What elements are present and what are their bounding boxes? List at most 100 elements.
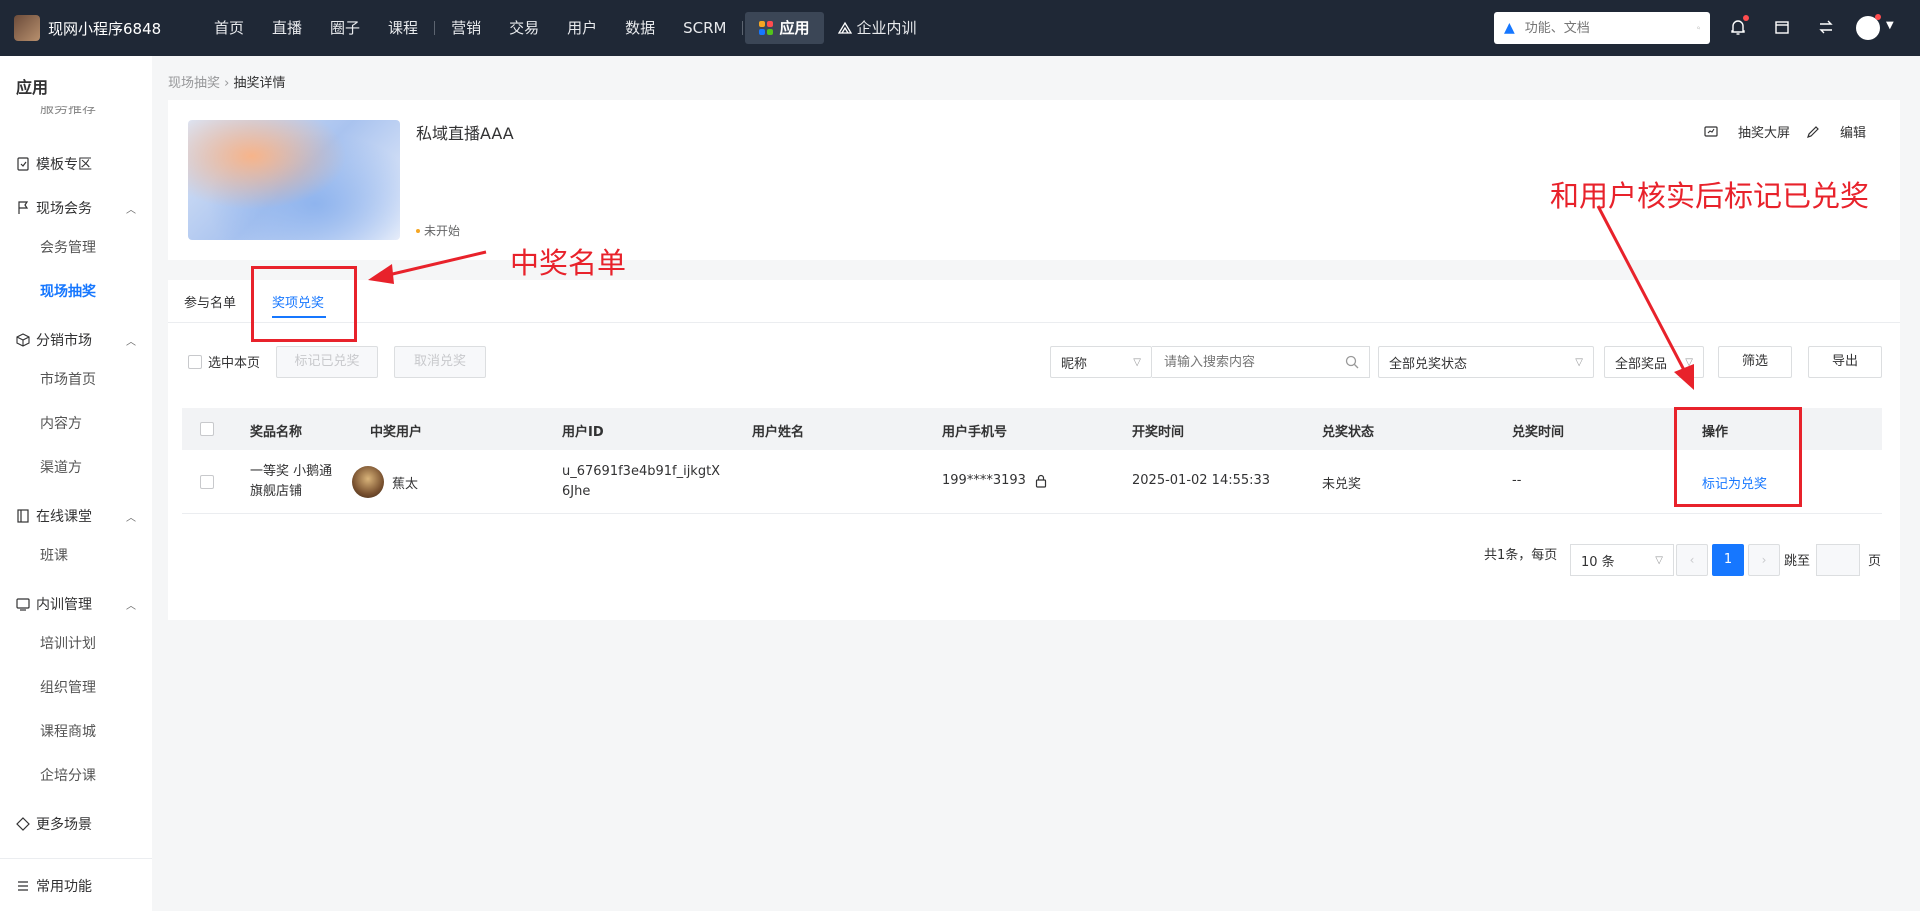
nav-data[interactable]: 数据: [611, 12, 669, 44]
search-field-value: 昵称: [1061, 356, 1088, 372]
sidebar: 应用 服务推荐 模板专区 现场会务 ︿ 会务管理 现场抽奖 分销市场 ︿ 市场首…: [0, 56, 152, 911]
sidebar-item-plan[interactable]: 培训计划: [40, 633, 96, 653]
template-icon: [17, 157, 29, 171]
store-icon[interactable]: [1771, 16, 1793, 38]
jump-page-input[interactable]: [1816, 544, 1860, 576]
sidebar-item-more[interactable]: 更多场景: [16, 814, 136, 834]
prize-line: 一等奖 小鹅通: [250, 464, 333, 479]
nav-live[interactable]: 直播: [258, 12, 316, 44]
nav-marketing[interactable]: 营销: [437, 12, 495, 44]
tabs-divider: [168, 322, 1900, 323]
page-unit-label: 页: [1868, 554, 1882, 569]
sidebar-item-service-rec[interactable]: 服务推荐: [40, 106, 96, 118]
sidebar-item-channel-side[interactable]: 渠道方: [40, 457, 82, 477]
logo-triangle-icon: ▲: [1504, 20, 1515, 36]
sidebar-item-market-home[interactable]: 市场首页: [40, 369, 96, 389]
sidebar-group-distribution[interactable]: 分销市场 ︿: [16, 330, 136, 350]
big-screen-label: 抽奖大屏: [1737, 126, 1790, 141]
search-field-select[interactable]: 昵称 ▽: [1050, 346, 1152, 378]
chevron-up-icon[interactable]: ︿: [126, 597, 136, 612]
page-1-button[interactable]: 1: [1712, 544, 1744, 576]
nav-user[interactable]: 用户: [553, 12, 611, 44]
brand[interactable]: 现网小程序6848: [14, 14, 161, 42]
chevron-down-icon: ▽: [1133, 356, 1141, 368]
chevron-down-icon: ▽: [1655, 554, 1663, 566]
filter-button[interactable]: 筛选: [1718, 346, 1792, 378]
cell-winner: 蕉太: [392, 477, 419, 492]
table-row: 一等奖 小鹅通 旗舰店铺 蕉太 u_67691f3e4b91f_ijkgtX 6…: [182, 450, 1882, 514]
nav-apps[interactable]: 应用: [745, 12, 824, 44]
sidebar-group-onsite[interactable]: 现场会务 ︿: [16, 198, 136, 218]
big-screen-button[interactable]: 抽奖大屏: [1704, 122, 1790, 141]
global-search-input[interactable]: [1522, 19, 1697, 37]
cell-redeem-time: --: [1512, 473, 1522, 488]
lock-icon[interactable]: [1034, 474, 1048, 488]
live-cover-image: [188, 120, 400, 240]
annotation-box-action: [1674, 407, 1802, 507]
chevron-down-icon: ▽: [1685, 356, 1693, 368]
flag-icon: [18, 201, 29, 214]
redeem-status-value: 全部兑奖状态: [1389, 356, 1468, 372]
switch-icon[interactable]: [1815, 16, 1837, 38]
pagination-summary: 共1条，每页: [1484, 548, 1558, 563]
global-search[interactable]: ▲: [1494, 12, 1710, 44]
edit-button[interactable]: 编辑: [1806, 122, 1866, 141]
sidebar-item-common[interactable]: 常用功能: [16, 876, 136, 896]
nav-corporate-training[interactable]: 企业内训: [824, 12, 931, 44]
sidebar-item-content-side[interactable]: 内容方: [40, 413, 82, 433]
search-input[interactable]: [1162, 353, 1345, 371]
row-checkbox[interactable]: [200, 475, 214, 489]
prev-page-button[interactable]: ‹: [1676, 544, 1708, 576]
book-icon: [17, 509, 29, 523]
th-draw-time: 开奖时间: [1132, 425, 1185, 440]
search-icon[interactable]: [1345, 355, 1359, 369]
nav-circle[interactable]: 圈子: [316, 12, 374, 44]
next-page-button[interactable]: ›: [1748, 544, 1780, 576]
mark-redeemed-button[interactable]: 标记已兑奖: [276, 346, 378, 378]
notification-dot: [1743, 15, 1749, 21]
chevron-up-icon[interactable]: ︿: [126, 201, 136, 216]
sidebar-item-meeting[interactable]: 会务管理: [40, 237, 96, 257]
nav-home[interactable]: 首页: [200, 12, 258, 44]
select-page-label: 选中本页: [208, 356, 261, 371]
brand-logo: [14, 15, 40, 41]
select-page[interactable]: 选中本页: [188, 352, 260, 371]
search-box[interactable]: [1152, 346, 1370, 378]
sidebar-group-training[interactable]: 内训管理 ︿: [16, 594, 136, 614]
redeem-status-select[interactable]: 全部兑奖状态 ▽: [1378, 346, 1594, 378]
search-icon[interactable]: [1696, 21, 1700, 35]
export-button[interactable]: 导出: [1808, 346, 1882, 378]
select-all-checkbox[interactable]: [200, 422, 214, 436]
cancel-redeem-button[interactable]: 取消兑奖: [394, 346, 486, 378]
page-size-select[interactable]: 10 条 ▽: [1570, 544, 1674, 576]
tab-participants[interactable]: 参与名单: [184, 292, 236, 311]
chevron-up-icon[interactable]: ︿: [126, 333, 136, 348]
sidebar-group-classroom[interactable]: 在线课堂 ︿: [16, 506, 136, 526]
annotation-winner-list: 中奖名单: [510, 246, 627, 280]
nav-trade[interactable]: 交易: [495, 12, 553, 44]
th-user-id: 用户ID: [562, 425, 604, 440]
prize-select[interactable]: 全部奖品 ▽: [1604, 346, 1704, 378]
sidebar-label: 分销市场: [36, 333, 92, 349]
sidebar-item-split-course[interactable]: 企培分课: [40, 765, 96, 785]
th-prize: 奖品名称: [250, 425, 303, 440]
chevron-up-icon[interactable]: ︿: [126, 509, 136, 524]
nav-course[interactable]: 课程: [374, 12, 432, 44]
sidebar-item-lottery[interactable]: 现场抽奖: [40, 281, 96, 301]
chevron-down-icon: ▽: [1575, 356, 1583, 368]
sidebar-item-templates[interactable]: 模板专区: [16, 154, 136, 174]
status-text: 未开始: [424, 224, 461, 238]
breadcrumb-parent[interactable]: 现场抽奖: [168, 76, 220, 91]
th-winner: 中奖用户: [370, 425, 423, 440]
sidebar-item-class[interactable]: 班课: [40, 545, 68, 565]
live-title: 私域直播AAA: [416, 124, 514, 143]
sidebar-item-org[interactable]: 组织管理: [40, 677, 96, 697]
nav-scrm[interactable]: SCRM: [669, 12, 740, 44]
chevron-down-icon[interactable]: ▼: [1886, 20, 1894, 31]
prize-select-value: 全部奖品: [1615, 356, 1668, 372]
prize-line: 旗舰店铺: [250, 484, 303, 499]
sidebar-item-course-mall[interactable]: 课程商城: [40, 721, 96, 741]
breadcrumb-separator: ›: [224, 76, 234, 91]
screen-icon: [1704, 125, 1718, 137]
select-page-checkbox[interactable]: [188, 354, 202, 369]
